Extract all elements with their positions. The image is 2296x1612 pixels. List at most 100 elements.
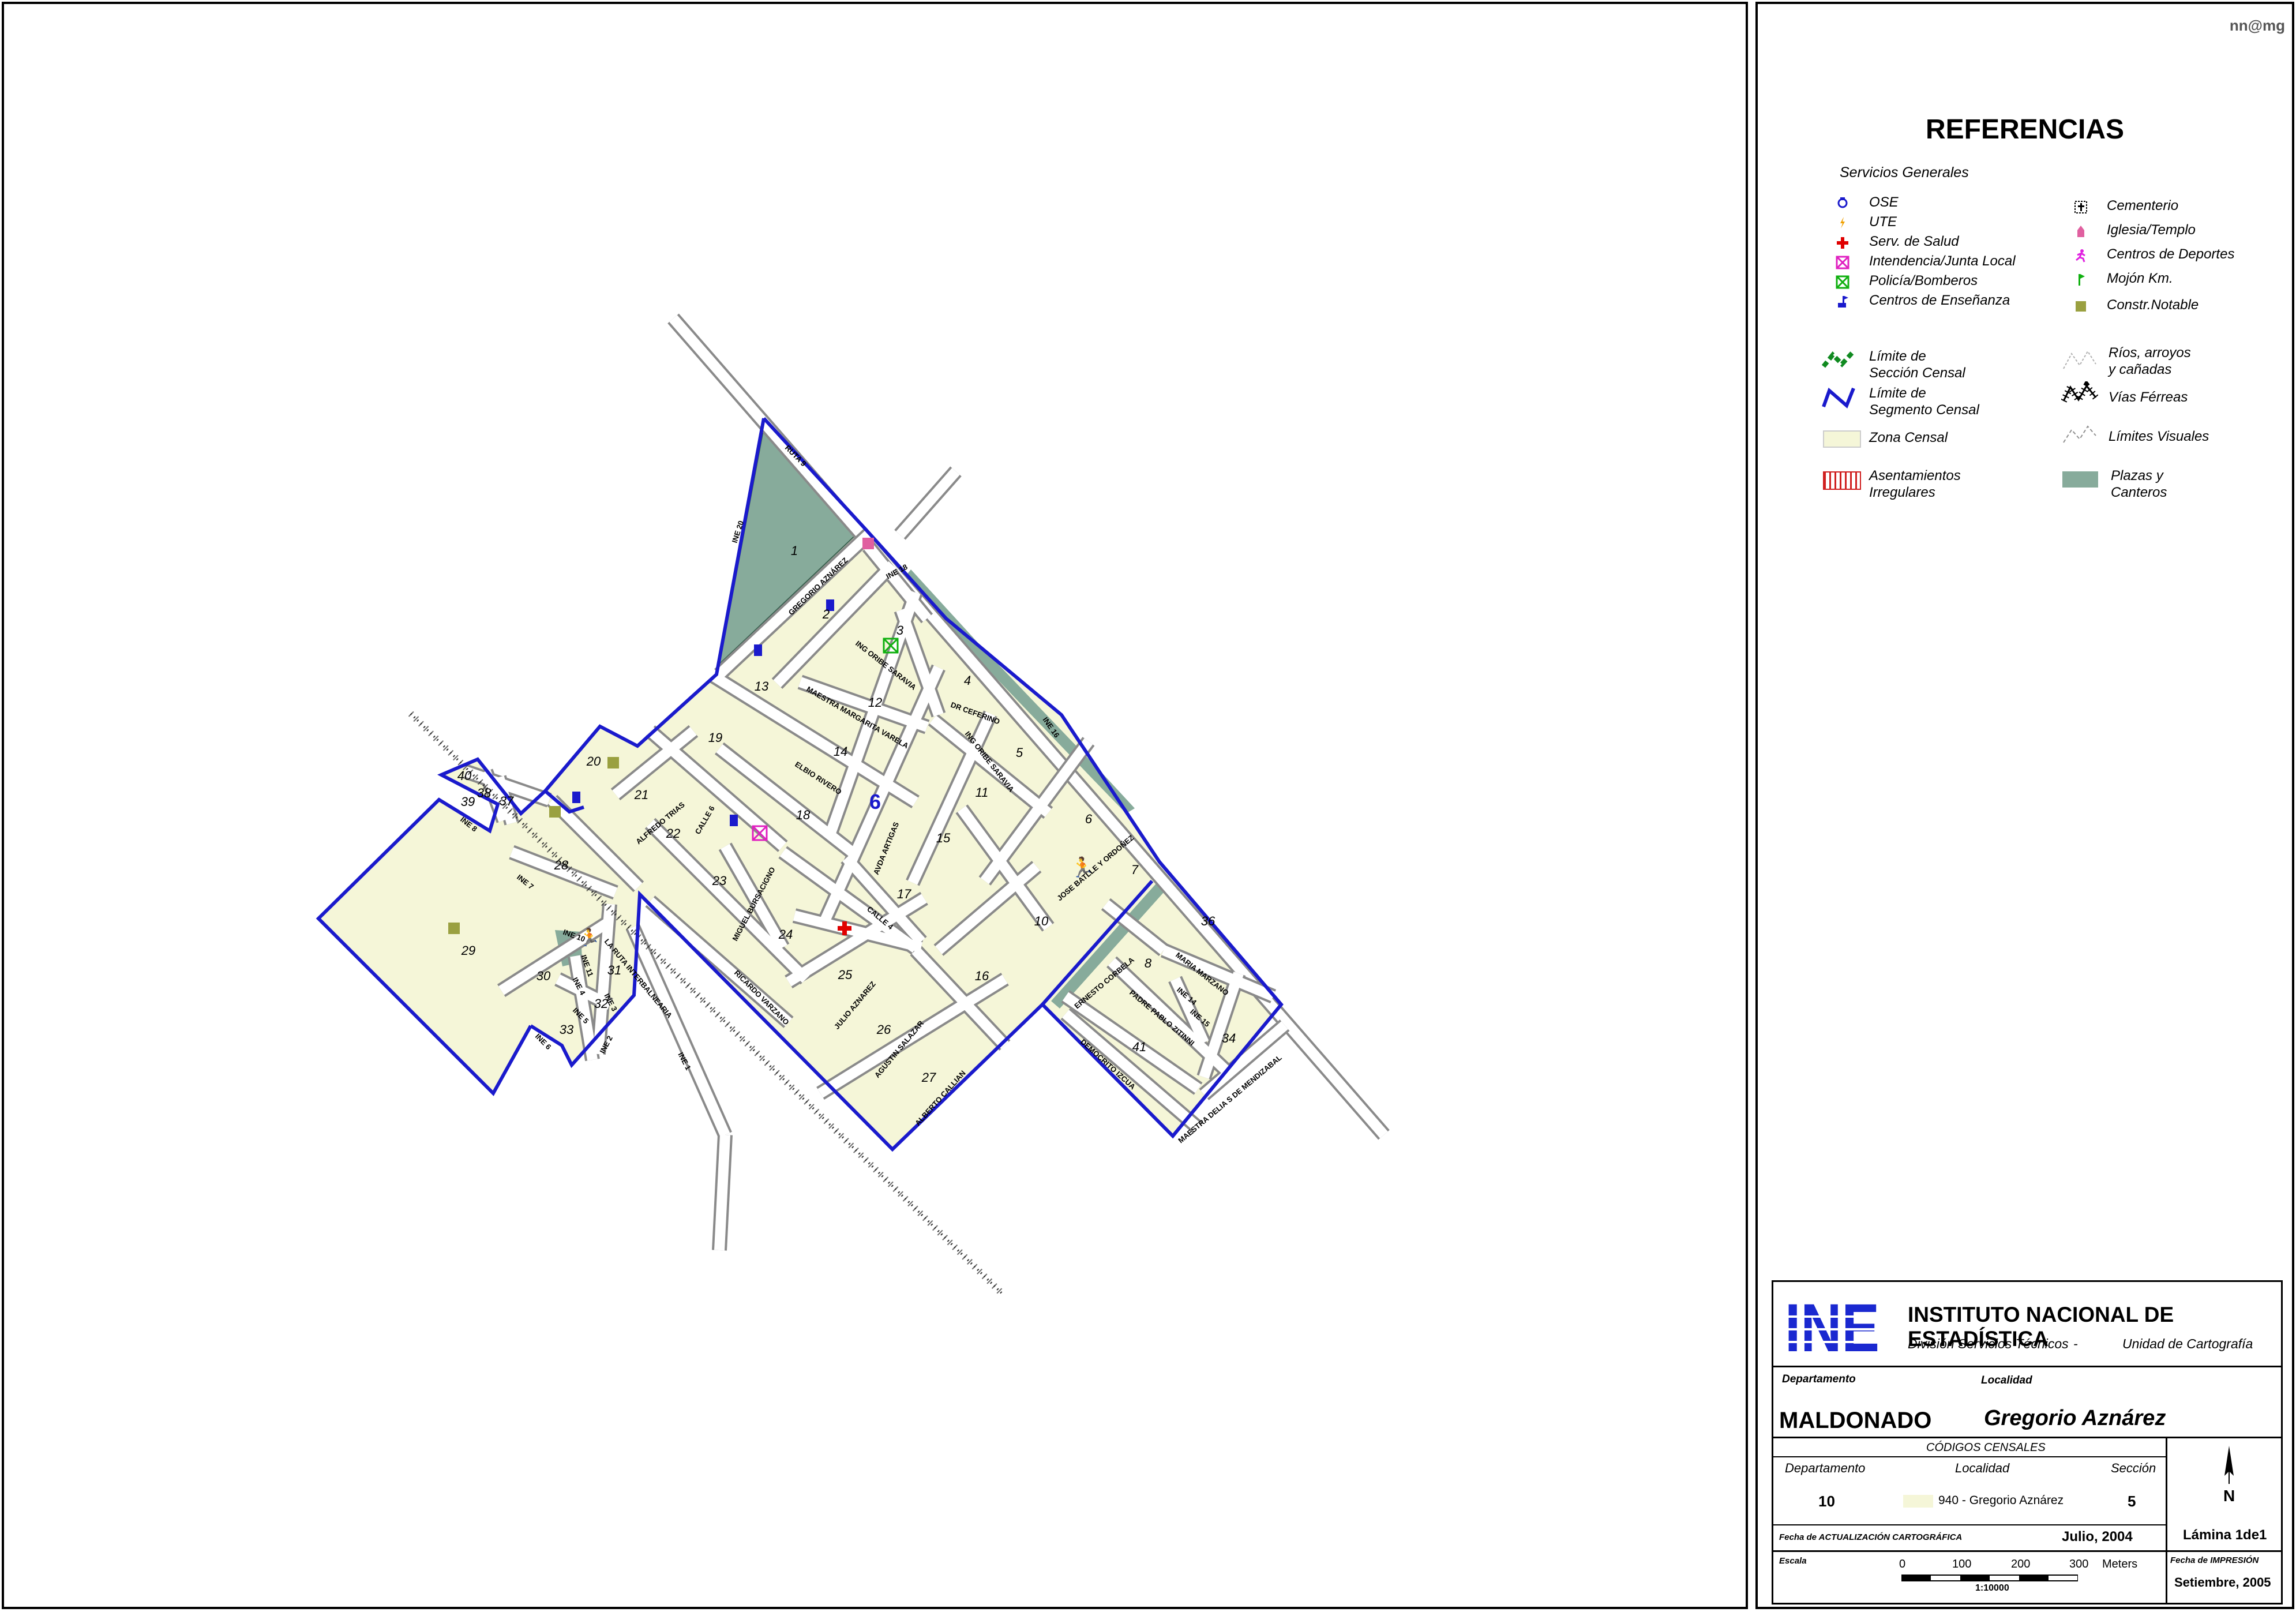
section-limit-icon: [1821, 349, 1856, 372]
sheet-number: Lámina 1de1: [2183, 1527, 2267, 1543]
localidad-value: Gregorio Aznárez: [1984, 1406, 2166, 1430]
seg-14: 14: [834, 744, 847, 759]
lightning-icon: [1836, 216, 1849, 230]
seg-39: 39: [461, 794, 475, 809]
side-panel: nn@mg REFERENCIAS Servicios Generales OS…: [1755, 2, 2294, 1609]
seg-5: 5: [1016, 745, 1023, 760]
legend-iglesia: Iglesia/Templo: [2107, 222, 2196, 238]
scale-tick-100: 100: [1952, 1558, 1972, 1570]
scale-bar: 0 100 200 300 Meters 1:10000: [1889, 1553, 2143, 1599]
seg-26: 26: [876, 1022, 891, 1037]
institution-division: División Servicios Técnicos: [1908, 1336, 2069, 1351]
seg-7: 7: [1131, 863, 1139, 877]
seg-23: 23: [712, 874, 727, 888]
seg-31: 31: [607, 963, 621, 977]
seg-24: 24: [778, 927, 793, 942]
codes-title: CÓDIGOS CENSALES: [1926, 1441, 2046, 1454]
legend-segmento: Límite de Segmento Censal: [1869, 385, 1979, 418]
legend-ute: UTE: [1869, 214, 1897, 230]
seg-17: 17: [897, 887, 911, 901]
svg-text:INE: INE: [1785, 1294, 1879, 1358]
legend-policia: Policía/Bomberos: [1869, 273, 1978, 288]
seg-3: 3: [896, 623, 904, 638]
update-label: Fecha de ACTUALIZACIÓN CARTOGRÁFICA: [1779, 1532, 1963, 1542]
runner-icon: [2074, 249, 2088, 263]
title-block: INE INSTITUTO NACIONAL DE ESTADÍSTICA Di…: [1772, 1280, 2283, 1604]
church-icon: [2074, 224, 2088, 238]
codes-loc-label: Localidad: [1955, 1461, 2010, 1475]
departamento-value: MALDONADO: [1779, 1408, 1932, 1433]
ine-logo: INE: [1784, 1290, 1882, 1366]
seg-25: 25: [838, 968, 853, 982]
legend-zona: Zona Censal: [1869, 430, 1948, 445]
church-icon: [862, 538, 874, 549]
legend-cementerio: Cementerio: [2107, 198, 2179, 213]
scale-label: Escala: [1779, 1556, 1807, 1566]
locality-swatch: [1903, 1495, 1933, 1508]
seg-2: 2: [822, 607, 830, 621]
seg-1: 1: [791, 543, 798, 558]
seg-28: 28: [554, 858, 569, 872]
cross-box-icon: [2074, 200, 2088, 214]
loc-label: Localidad: [1981, 1374, 2032, 1386]
legend-title: REFERENCIAS: [1925, 114, 2125, 145]
railway-icon: [2060, 380, 2099, 407]
seg-34: 34: [1222, 1031, 1236, 1045]
legend-plazas: Plazas y Canteros: [2111, 468, 2167, 500]
legend-salud: Serv. de Salud: [1869, 234, 1959, 249]
boxed-x-magenta-icon: [1836, 256, 1849, 269]
plaza-swatch: [2062, 471, 2098, 488]
river-icon: [2061, 348, 2098, 374]
seg-4: 4: [964, 673, 971, 688]
institution-separator: -: [2073, 1336, 2078, 1351]
seg-18: 18: [796, 808, 811, 822]
scale-tick-200: 200: [2011, 1558, 2031, 1570]
legend-asentamientos: Asentamientos Irregulares: [1869, 468, 1961, 500]
seg-15: 15: [936, 831, 951, 845]
seg-27: 27: [921, 1070, 936, 1085]
visual-limit-icon: [2061, 422, 2098, 448]
seg-12: 12: [868, 695, 882, 710]
seg-36: 36: [1201, 914, 1215, 928]
legend-intendencia: Intendencia/Junta Local: [1869, 253, 2016, 269]
legend-limites: Límites Visuales: [2109, 429, 2209, 444]
seg-20: 20: [586, 754, 601, 768]
seg-6: 6: [1085, 812, 1093, 826]
legend-rios: Ríos, arroyos y cañadas: [2109, 345, 2191, 377]
legend-deportes: Centros de Deportes: [2107, 246, 2235, 262]
seg-33: 33: [560, 1022, 574, 1037]
seg-21: 21: [634, 788, 648, 802]
codes-dep-value: 10: [1818, 1493, 1835, 1510]
seg-30: 30: [537, 969, 551, 983]
print-value: Setiembre, 2005: [2174, 1575, 2271, 1589]
scale-unit: Meters: [2102, 1558, 2138, 1570]
dep-label: Departamento: [1782, 1373, 1856, 1385]
legend-mojon: Mojón Km.: [2107, 271, 2173, 286]
map-frame: 🏃 🏃 1 2 3 4 5 6 7 8 10 11 12 13 14 15 16…: [2, 2, 1748, 1609]
codes-loc-value: 940 - Gregorio Aznárez: [1938, 1494, 2064, 1507]
legend-ensenanza: Centros de Enseñanza: [1869, 293, 2010, 308]
square-olive-icon: [2074, 299, 2088, 313]
seg-38: 38: [477, 786, 492, 800]
seg-37: 37: [500, 794, 514, 808]
seg-22: 22: [666, 826, 680, 841]
codes-sec-value: 5: [2128, 1493, 2136, 1510]
seg-11: 11: [976, 785, 989, 800]
section-number: 6: [869, 790, 881, 814]
print-label: Fecha de IMPRESIÓN: [2170, 1555, 2259, 1565]
seg-40: 40: [457, 768, 472, 783]
legend-ose: OSE: [1869, 194, 1899, 210]
census-map[interactable]: 🏃 🏃 1 2 3 4 5 6 7 8 10 11 12 13 14 15 16…: [4, 4, 1746, 1607]
legend-section-title: Servicios Generales: [1840, 164, 1969, 181]
north-label: N: [2223, 1487, 2235, 1505]
scale-ratio: 1:10000: [1975, 1583, 2009, 1593]
codes-dep-label: Departamento: [1785, 1461, 1866, 1475]
author-tag: nn@mg: [2229, 17, 2285, 34]
boxed-x-green-icon: [1836, 275, 1849, 289]
asentamientos-swatch: [1823, 471, 1861, 490]
seg-29: 29: [461, 943, 475, 958]
seg-13: 13: [755, 679, 769, 693]
flag-marker-icon: [2074, 273, 2088, 287]
zone-swatch: [1823, 430, 1861, 448]
red-cross-icon: [1836, 236, 1849, 250]
